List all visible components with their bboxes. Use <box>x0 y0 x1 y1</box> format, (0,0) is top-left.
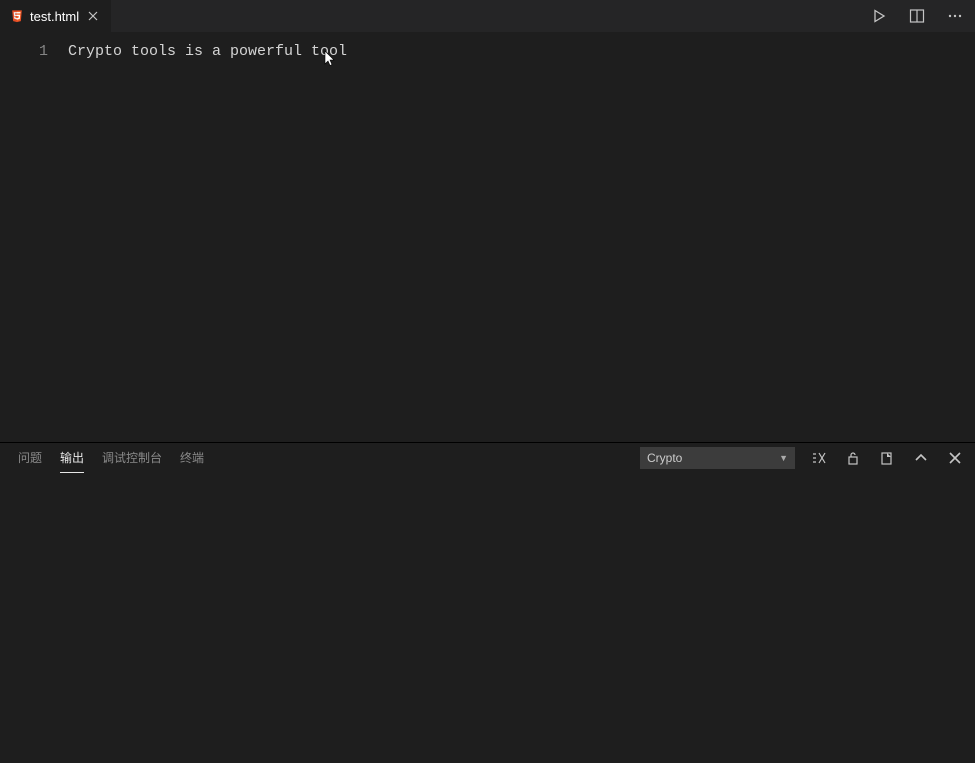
output-channel-value: Crypto <box>647 451 682 465</box>
editor: 1 Crypto tools is a powerful tool <box>0 32 975 442</box>
panel-actions: Crypto ▼ <box>640 447 965 469</box>
tab-bar: test.html <box>0 0 975 32</box>
output-channel-select[interactable]: Crypto ▼ <box>640 447 795 469</box>
lock-open-icon[interactable] <box>843 448 863 468</box>
bottom-panel: 问题 输出 调试控制台 终端 Crypto ▼ <box>0 442 975 763</box>
maximize-panel-icon[interactable] <box>911 448 931 468</box>
more-icon[interactable] <box>945 6 965 26</box>
output-body[interactable] <box>0 473 975 763</box>
tab-terminal[interactable]: 终端 <box>180 443 204 473</box>
html5-icon <box>10 9 24 23</box>
open-log-icon[interactable] <box>877 448 897 468</box>
code-area[interactable]: Crypto tools is a powerful tool <box>68 32 975 442</box>
clear-output-icon[interactable] <box>809 448 829 468</box>
panel-tabs: 问题 输出 调试控制台 终端 <box>18 443 204 473</box>
tab-debug-console[interactable]: 调试控制台 <box>102 443 162 473</box>
file-tab[interactable]: test.html <box>0 0 112 32</box>
panel-header: 问题 输出 调试控制台 终端 Crypto ▼ <box>0 443 975 473</box>
run-icon[interactable] <box>869 6 889 26</box>
tab-label: test.html <box>30 9 79 24</box>
line-number-gutter: 1 <box>0 32 68 442</box>
close-icon[interactable] <box>85 8 101 24</box>
split-editor-icon[interactable] <box>907 6 927 26</box>
line-number: 1 <box>0 42 48 62</box>
close-panel-icon[interactable] <box>945 448 965 468</box>
code-line: Crypto tools is a powerful tool <box>68 42 975 62</box>
tab-bar-actions <box>859 0 975 32</box>
chevron-down-icon: ▼ <box>779 453 788 463</box>
tab-problems[interactable]: 问题 <box>18 443 42 473</box>
tab-output[interactable]: 输出 <box>60 443 84 473</box>
